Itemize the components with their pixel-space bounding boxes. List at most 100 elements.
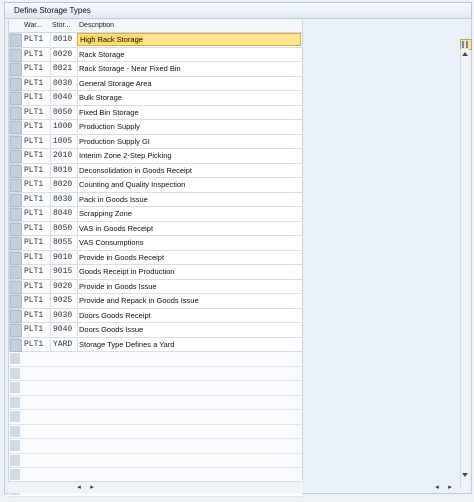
row-selector[interactable] — [10, 338, 22, 352]
row-selector[interactable] — [10, 324, 22, 337]
row-selector[interactable] — [10, 295, 22, 308]
row-selector[interactable] — [10, 121, 22, 134]
scroll-right-icon-right-pane[interactable]: ▸ — [445, 483, 455, 492]
table-row[interactable]: PLT1 9040 Doors Goods Issue — [9, 323, 302, 338]
description-cell[interactable]: Production Supply GI — [77, 135, 301, 148]
table-row[interactable]: PLT1 0020 Rack Storage — [9, 47, 302, 62]
empty-table-row[interactable] — [9, 352, 302, 367]
column-header-warehouse[interactable]: War... — [24, 22, 50, 29]
row-selector[interactable] — [10, 396, 20, 408]
row-selector[interactable] — [10, 150, 22, 163]
row-selector[interactable] — [10, 280, 22, 294]
description-cell[interactable]: Production Supply — [77, 120, 301, 133]
row-selector[interactable] — [10, 367, 20, 379]
description-cell[interactable]: Provide in Goods Issue — [77, 280, 301, 293]
scroll-left-icon[interactable]: ◂ — [74, 483, 84, 492]
row-selector[interactable] — [10, 237, 22, 250]
table-row[interactable]: PLT1 8050 VAS in Goods Receipt — [9, 221, 302, 236]
row-selector[interactable] — [10, 77, 22, 91]
description-cell[interactable]: Deconsolidation in Goods Receipt — [77, 164, 301, 177]
row-selector[interactable] — [10, 48, 22, 62]
empty-table-row[interactable] — [9, 366, 302, 381]
table-row[interactable]: PLT1 1005 Production Supply GI — [9, 134, 302, 149]
warehouse-cell: PLT1 — [22, 294, 51, 307]
table-row[interactable]: PLT1 8055 VAS Consumptions — [9, 236, 302, 251]
description-cell[interactable]: Pack in Goods Issue — [77, 193, 301, 206]
row-selector[interactable] — [10, 164, 22, 178]
row-selector[interactable] — [10, 63, 22, 76]
description-cell[interactable]: Provide and Repack in Goods Issue — [77, 294, 301, 307]
description-cell[interactable]: VAS Consumptions — [77, 236, 301, 249]
scroll-right-icon[interactable]: ▸ — [87, 483, 97, 492]
row-selector[interactable] — [10, 469, 20, 480]
table-row[interactable]: PLT1 9030 Doors Goods Receipt — [9, 308, 302, 323]
vertical-scrollbar[interactable] — [460, 49, 469, 489]
description-cell[interactable]: Rack Storage - Near Fixed Bin — [77, 62, 301, 75]
table-row[interactable]: PLT1 YARD Storage Type Defines a Yard — [9, 337, 302, 352]
empty-table-row[interactable] — [9, 395, 302, 410]
table-row[interactable]: PLT1 1000 Production Supply — [9, 120, 302, 135]
description-cell[interactable]: Fixed Bin Storage — [77, 106, 301, 119]
table-row[interactable]: PLT1 0040 Bulk Storage — [9, 91, 302, 106]
row-selector[interactable] — [10, 425, 20, 437]
description-cell[interactable]: Storage Type Defines a Yard — [77, 338, 301, 351]
row-selector[interactable] — [10, 411, 20, 422]
table-row[interactable]: PLT1 9025 Provide and Repack in Goods Issu… — [9, 294, 302, 309]
table-row[interactable]: PLT1 8030 Pack in Goods Issue — [9, 192, 302, 207]
storage-type-cell: 8010 — [51, 163, 78, 177]
scroll-up-icon[interactable] — [462, 52, 468, 56]
row-selector[interactable] — [10, 92, 22, 105]
table-row[interactable]: PLT1 0010 High Rack Storage — [9, 33, 302, 48]
description-cell[interactable]: VAS in Goods Receipt — [77, 222, 301, 235]
description-cell[interactable]: High Rack Storage — [77, 33, 301, 46]
description-cell[interactable]: Rack Storage — [77, 48, 301, 61]
column-header-storage-type[interactable]: Stor... — [52, 22, 76, 29]
table-row[interactable]: PLT1 8020 Counting and Quality Inspection — [9, 178, 302, 193]
table-row[interactable]: PLT1 0030 General Storage Area — [9, 76, 302, 91]
empty-table-row[interactable] — [9, 439, 302, 454]
storage-type-cell: 0021 — [51, 62, 78, 75]
scroll-left-icon-right-pane[interactable]: ◂ — [432, 483, 442, 492]
description-cell[interactable]: Counting and Quality Inspection — [77, 178, 301, 191]
table-row[interactable]: PLT1 2010 Interim Zone 2-Step Picking — [9, 149, 302, 164]
empty-table-row[interactable] — [9, 424, 302, 439]
row-selector[interactable] — [10, 353, 20, 364]
row-selector[interactable] — [10, 106, 22, 120]
empty-table-row[interactable] — [9, 453, 302, 468]
horizontal-scrollbar[interactable]: ◂ ▸ ◂ ▸ — [8, 481, 452, 493]
description-cell[interactable]: Doors Goods Issue — [77, 323, 301, 336]
table-row[interactable]: PLT1 9020 Provide in Goods Issue — [9, 279, 302, 294]
description-cell[interactable]: Goods Receipt in Production — [77, 265, 301, 278]
row-selector[interactable] — [10, 193, 22, 207]
empty-table-row[interactable] — [9, 410, 302, 425]
description-cell[interactable]: Provide in Goods Receipt — [77, 251, 301, 264]
description-text: Interim Zone 2-Step Picking — [79, 151, 172, 160]
row-selector[interactable] — [10, 179, 22, 192]
description-cell[interactable]: Bulk Storage — [77, 91, 301, 104]
description-cell[interactable]: Interim Zone 2-Step Picking — [77, 149, 301, 162]
table-row[interactable]: PLT1 8010 Deconsolidation in Goods Receipt — [9, 163, 302, 178]
row-selector[interactable] — [10, 135, 22, 149]
scroll-down-icon[interactable] — [462, 473, 468, 477]
row-selector[interactable] — [10, 309, 22, 323]
row-selector[interactable] — [10, 454, 20, 466]
table-row[interactable]: PLT1 0021 Rack Storage - Near Fixed Bin — [9, 62, 302, 77]
empty-table-row[interactable] — [9, 381, 302, 396]
column-header-description[interactable]: Description — [79, 22, 279, 29]
description-text: Counting and Quality Inspection — [79, 180, 186, 189]
row-selector[interactable] — [10, 251, 22, 265]
table-row[interactable]: PLT1 0050 Fixed Bin Storage — [9, 105, 302, 120]
description-cell[interactable]: Scrapping Zone — [77, 207, 301, 220]
description-cell[interactable]: Doors Goods Receipt — [77, 309, 301, 322]
table-row[interactable]: PLT1 9010 Provide in Goods Receipt — [9, 250, 302, 265]
row-selector[interactable] — [10, 382, 20, 393]
row-selector[interactable] — [10, 208, 22, 221]
row-selector[interactable] — [10, 34, 22, 47]
description-cell[interactable]: General Storage Area — [77, 77, 301, 90]
table-row[interactable]: PLT1 9015 Goods Receipt in Production — [9, 265, 302, 280]
warehouse-cell: PLT1 — [22, 337, 51, 351]
row-selector[interactable] — [10, 440, 20, 451]
table-row[interactable]: PLT1 8040 Scrapping Zone — [9, 207, 302, 222]
row-selector[interactable] — [10, 222, 22, 236]
row-selector[interactable] — [10, 266, 22, 279]
